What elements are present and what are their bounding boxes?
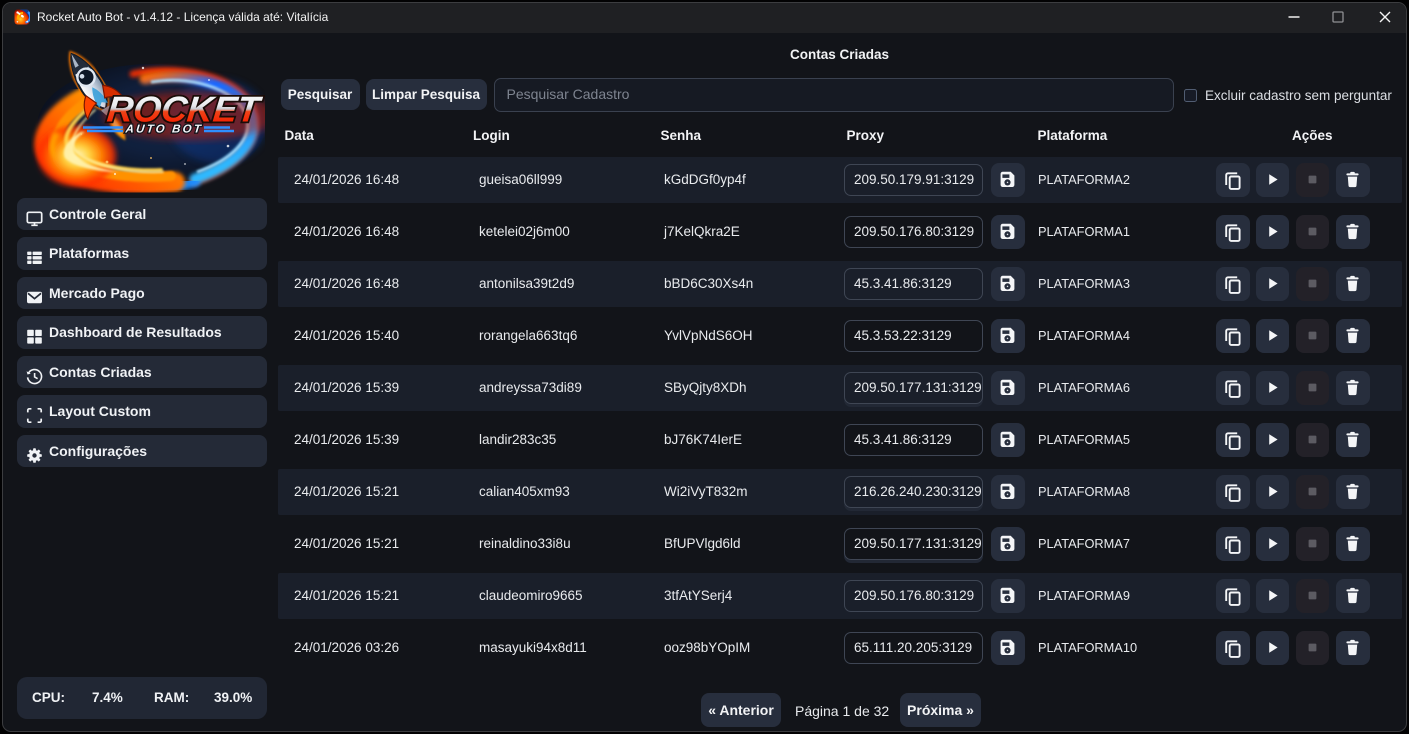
- svg-text:AUTO BOT: AUTO BOT: [124, 123, 204, 135]
